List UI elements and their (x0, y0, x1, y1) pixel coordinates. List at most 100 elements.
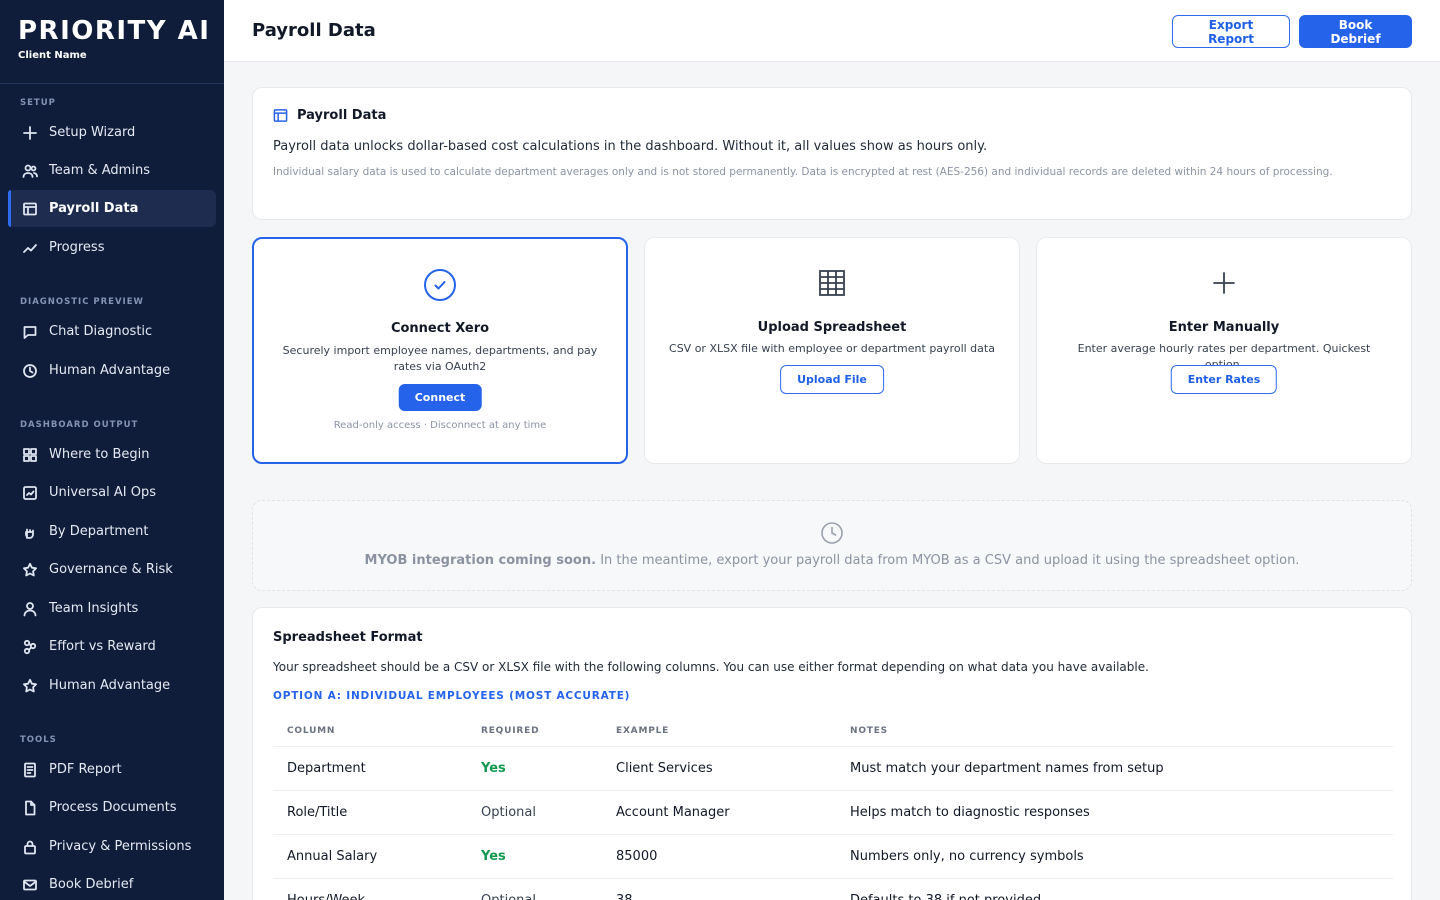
sidebar-item-label: PDF Report (49, 762, 122, 777)
cell-column: Department (273, 746, 467, 791)
nodes-icon (21, 638, 39, 656)
brand-logo-text: PRIORITY AI (18, 16, 211, 46)
sidebar-item-label: Setup Wizard (49, 125, 136, 140)
sidebar-item-chat-diagnostic[interactable]: Chat Diagnostic (8, 313, 216, 350)
cell-example: Account Manager (602, 790, 836, 835)
option-title: Upload Spreadsheet (757, 320, 907, 335)
sidebar-item-by-department[interactable]: By Department (8, 513, 216, 550)
cell-required: Yes (467, 746, 602, 791)
myob-notice: MYOB integration coming soon. In the mea… (252, 500, 1412, 591)
plus-icon (1037, 269, 1411, 303)
sidebar-item-universal-ai-ops[interactable]: Universal AI Ops (8, 474, 216, 511)
option-a-label: OPTION A: INDIVIDUAL EMPLOYEES (MOST ACC… (273, 690, 631, 702)
section-label-diagnostic: DIAGNOSTIC PREVIEW (20, 297, 144, 307)
hand-icon (21, 523, 39, 541)
cell-example: 85000 (602, 834, 836, 879)
cell-required: Optional (467, 790, 602, 835)
enter-rates-button[interactable]: Enter Rates (1170, 365, 1278, 394)
info-description: Payroll data unlocks dollar-based cost c… (273, 139, 988, 154)
clock-icon (253, 521, 1411, 545)
sidebar-item-label: Team Insights (49, 601, 139, 616)
connect-button[interactable]: Connect (398, 384, 482, 411)
sidebar-item-progress[interactable]: Progress (8, 229, 216, 266)
option-description: CSV or XLSX file with employee or depart… (669, 342, 995, 355)
table-icon (273, 109, 288, 122)
clock-icon (21, 362, 39, 380)
sidebar-item-label: Universal AI Ops (49, 485, 157, 500)
client-name: Client Name (18, 50, 87, 61)
sidebar-item-label: Process Documents (49, 800, 177, 815)
top-bar: Payroll Data Export Report Book Debrief (224, 0, 1440, 62)
sidebar-item-label: Human Advantage (49, 363, 171, 378)
sidebar-item-label: Human Advantage (49, 678, 171, 693)
sidebar: PRIORITY AI Client Name SETUP Setup Wiza… (0, 0, 224, 900)
sidebar-item-where-to-begin[interactable]: Where to Begin (8, 436, 216, 473)
star-icon (21, 561, 39, 579)
sidebar-item-payroll-data[interactable]: Payroll Data (8, 190, 216, 227)
cell-column: Role/Title (273, 790, 467, 835)
trend-icon (21, 239, 39, 257)
cell-required: Optional (467, 878, 602, 900)
sidebar-item-pdf-report[interactable]: PDF Report (8, 751, 216, 788)
sidebar-item-label: By Department (49, 524, 149, 539)
book-debrief-button[interactable]: Book Debrief (1299, 15, 1412, 48)
sidebar-item-team-admins[interactable]: Team & Admins (8, 152, 216, 189)
page-title: Payroll Data (252, 20, 376, 41)
table-row: Department Yes Client Services Must matc… (273, 746, 1393, 791)
section-label-tools: TOOLS (20, 735, 57, 745)
table-header-row: COLUMN REQUIRED EXAMPLE NOTES (273, 716, 1393, 747)
sidebar-item-label: Payroll Data (49, 201, 139, 216)
spreadsheet-grid-icon (645, 268, 1019, 302)
sidebar-item-label: Chat Diagnostic (49, 324, 153, 339)
enter-manually-option[interactable]: Enter Manually Enter average hourly rate… (1036, 237, 1412, 464)
cell-notes: Must match your department names from se… (836, 746, 1393, 791)
sidebar-item-process-documents[interactable]: Process Documents (8, 789, 216, 826)
format-title: Spreadsheet Format (273, 630, 423, 645)
cell-example: 38 (602, 878, 836, 900)
option-title: Enter Manually (1168, 320, 1280, 335)
upload-file-button[interactable]: Upload File (780, 365, 884, 394)
payroll-info-card: Payroll Data Payroll data unlocks dollar… (252, 87, 1412, 220)
sidebar-item-label: Book Debrief (49, 877, 134, 892)
mail-icon (21, 876, 39, 894)
export-report-button[interactable]: Export Report (1172, 15, 1290, 48)
sidebar-item-setup-wizard[interactable]: Setup Wizard (8, 114, 216, 151)
format-table: COLUMN REQUIRED EXAMPLE NOTES Department… (273, 716, 1393, 900)
sidebar-item-book-debrief[interactable]: Book Debrief (8, 866, 216, 900)
connect-xero-option[interactable]: Connect Xero Securely import employee na… (252, 237, 628, 464)
sidebar-item-team-insights[interactable]: Team Insights (8, 590, 216, 627)
cell-column: Annual Salary (273, 834, 467, 879)
column-header: REQUIRED (467, 716, 602, 747)
sidebar-item-effort-vs-reward[interactable]: Effort vs Reward (8, 628, 216, 665)
cell-column: Hours/Week (273, 878, 467, 900)
section-label-dashboard: DASHBOARD OUTPUT (20, 420, 139, 430)
sidebar-item-governance-risk[interactable]: Governance & Risk (8, 551, 216, 588)
cell-notes: Numbers only, no currency symbols (836, 834, 1393, 879)
info-card-title: Payroll Data (273, 108, 386, 123)
column-header: NOTES (836, 716, 1393, 747)
user-icon (21, 600, 39, 618)
chat-icon (21, 323, 39, 341)
privacy-note: Individual salary data is used to calcul… (273, 166, 1333, 178)
sidebar-item-privacy-permissions[interactable]: Privacy & Permissions (8, 828, 216, 865)
sidebar-item-label: Progress (49, 240, 105, 255)
notice-bold: MYOB integration coming soon. (364, 553, 597, 568)
sidebar-item-label: Privacy & Permissions (49, 839, 192, 854)
option-title: Connect Xero (390, 321, 490, 336)
cell-notes: Defaults to 38 if not provided (836, 878, 1393, 900)
cell-notes: Helps match to diagnostic responses (836, 790, 1393, 835)
column-header: COLUMN (273, 716, 467, 747)
star-icon (21, 677, 39, 695)
grid-icon (21, 446, 39, 464)
sidebar-item-label: Where to Begin (49, 447, 150, 462)
cell-example: Client Services (602, 746, 836, 791)
upload-spreadsheet-option[interactable]: Upload Spreadsheet CSV or XLSX file with… (644, 237, 1020, 464)
sidebar-item-label: Effort vs Reward (49, 639, 156, 654)
section-label-setup: SETUP (20, 98, 56, 108)
table-icon (21, 200, 39, 218)
sidebar-item-human-advantage[interactable]: Human Advantage (8, 352, 216, 389)
table-row: Hours/Week Optional 38 Defaults to 38 if… (273, 878, 1393, 900)
file-icon (21, 799, 39, 817)
sidebar-item-human-advantage-2[interactable]: Human Advantage (8, 667, 216, 704)
table-row: Annual Salary Yes 85000 Numbers only, no… (273, 834, 1393, 879)
